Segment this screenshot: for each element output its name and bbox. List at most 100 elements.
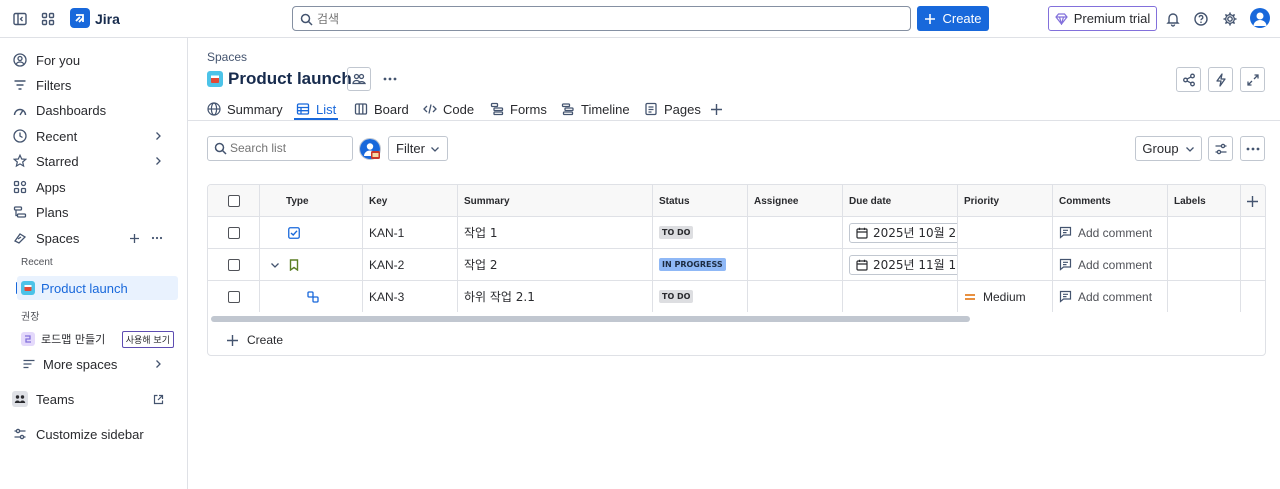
sidebar-item-starred[interactable]: Starred xyxy=(8,149,180,173)
breadcrumb[interactable]: Spaces xyxy=(207,50,247,64)
horizontal-scrollbar[interactable] xyxy=(211,316,970,322)
add-column-button[interactable] xyxy=(1241,185,1265,217)
column-header-labels[interactable]: Labels xyxy=(1168,185,1241,217)
add-comment-link[interactable]: Add comment xyxy=(1078,290,1152,304)
table-row[interactable]: KAN-2 작업 2 IN PROGRESS 2025년 11월 1일 Add … xyxy=(208,249,1265,281)
priority-cell[interactable] xyxy=(958,249,1053,280)
row-checkbox[interactable] xyxy=(227,290,240,303)
automation-lightning-icon[interactable] xyxy=(1208,67,1233,92)
sidebar-item-product-launch[interactable]: Product launch xyxy=(17,276,178,300)
select-all-checkbox[interactable] xyxy=(227,195,240,207)
tab-list[interactable]: List xyxy=(296,98,336,120)
status-cell[interactable]: IN PROGRESS xyxy=(653,249,748,280)
due-date-chip[interactable]: 2025년 10월 27일 xyxy=(849,222,957,243)
more-options-icon[interactable] xyxy=(150,232,164,244)
tab-forms[interactable]: Forms xyxy=(490,98,547,120)
assignee-cell[interactable] xyxy=(748,249,843,280)
column-header-assignee[interactable]: Assignee xyxy=(748,185,843,217)
jira-logo-icon[interactable] xyxy=(70,8,90,28)
sidebar-item-teams[interactable]: Teams xyxy=(8,387,180,411)
row-checkbox[interactable] xyxy=(227,226,240,239)
comments-cell[interactable]: Add comment xyxy=(1053,281,1168,312)
sidebar-item-plans[interactable]: Plans xyxy=(8,200,180,224)
tab-board[interactable]: Board xyxy=(354,98,409,120)
add-comment-link[interactable]: Add comment xyxy=(1078,226,1152,240)
due-date-cell[interactable]: 2025년 10월 27일 xyxy=(843,217,958,248)
try-badge[interactable]: 사용해 보기 xyxy=(121,331,174,348)
issue-key[interactable]: KAN-2 xyxy=(363,249,458,280)
row-checkbox[interactable] xyxy=(227,258,240,271)
user-avatar-icon[interactable] xyxy=(1250,8,1270,28)
sidebar-toggle-icon[interactable] xyxy=(10,9,30,29)
labels-cell[interactable] xyxy=(1168,217,1241,248)
add-space-icon[interactable] xyxy=(128,232,140,244)
due-date-chip[interactable]: 2025년 11월 1일 xyxy=(849,254,957,275)
status-badge[interactable]: IN PROGRESS xyxy=(659,258,726,271)
table-row[interactable]: KAN-1 작업 1 TO DO 2025년 10월 27일 Add comme… xyxy=(208,217,1265,249)
expand-icon[interactable] xyxy=(1240,67,1265,92)
sidebar-item-more-spaces[interactable]: More spaces xyxy=(17,352,180,376)
issue-key[interactable]: KAN-1 xyxy=(363,217,458,248)
create-issue-row[interactable]: Create xyxy=(226,333,283,347)
notifications-bell-icon[interactable] xyxy=(1163,9,1183,29)
group-button[interactable]: Group xyxy=(1135,136,1202,161)
priority-cell[interactable]: Medium xyxy=(958,281,1053,312)
add-comment-link[interactable]: Add comment xyxy=(1078,258,1152,272)
people-icon[interactable] xyxy=(347,67,371,91)
column-header-due-date[interactable]: Due date xyxy=(843,185,958,217)
comments-cell[interactable]: Add comment xyxy=(1053,249,1168,280)
tab-summary[interactable]: Summary xyxy=(207,98,283,120)
sidebar-item-spaces[interactable]: Spaces xyxy=(8,226,180,250)
sidebar-item-roadmap[interactable]: 로드맵 만들기 사용해 보기 xyxy=(17,327,178,351)
sidebar-item-for-you[interactable]: For you xyxy=(8,48,180,72)
app-name[interactable]: Jira xyxy=(95,11,120,27)
sidebar-item-filters[interactable]: Filters xyxy=(8,73,180,97)
premium-trial-button[interactable]: Premium trial xyxy=(1048,6,1157,31)
global-search[interactable] xyxy=(292,6,911,31)
priority-cell[interactable] xyxy=(958,217,1053,248)
help-icon[interactable] xyxy=(1191,9,1211,29)
assignee-cell[interactable] xyxy=(748,281,843,312)
issue-summary[interactable]: 작업 1 xyxy=(458,217,653,248)
status-badge[interactable]: TO DO xyxy=(659,226,694,239)
search-list-input[interactable] xyxy=(230,141,348,155)
sidebar-item-dashboards[interactable]: Dashboards xyxy=(8,98,180,122)
filter-button[interactable]: Filter xyxy=(388,136,448,161)
labels-cell[interactable] xyxy=(1168,249,1241,280)
issue-summary[interactable]: 작업 2 xyxy=(458,249,653,280)
column-header-summary[interactable]: Summary xyxy=(458,185,653,217)
search-list[interactable] xyxy=(207,136,353,161)
chevron-down-icon[interactable] xyxy=(270,260,280,270)
assignee-filter-avatar-icon[interactable] xyxy=(359,138,381,160)
column-header-status[interactable]: Status xyxy=(653,185,748,217)
tab-timeline[interactable]: Timeline xyxy=(561,98,630,120)
status-cell[interactable]: TO DO xyxy=(653,217,748,248)
column-header-comments[interactable]: Comments xyxy=(1053,185,1168,217)
due-date-cell[interactable]: 2025년 11월 1일 xyxy=(843,249,958,280)
column-header-type[interactable]: Type xyxy=(260,185,363,217)
tab-pages[interactable]: Pages xyxy=(644,98,701,120)
status-badge[interactable]: TO DO xyxy=(659,290,694,303)
sidebar-item-apps[interactable]: Apps xyxy=(8,175,180,199)
share-icon[interactable] xyxy=(1176,67,1201,92)
column-header-key[interactable]: Key xyxy=(363,185,458,217)
app-switcher-icon[interactable] xyxy=(38,9,58,29)
create-button[interactable]: Create xyxy=(917,6,989,31)
issue-key[interactable]: KAN-3 xyxy=(363,281,458,312)
more-options-icon[interactable] xyxy=(1240,136,1265,161)
table-row[interactable]: KAN-3 하위 작업 2.1 TO DO Medium Add comment xyxy=(208,281,1265,313)
sidebar-item-customize[interactable]: Customize sidebar xyxy=(8,422,180,446)
column-header-priority[interactable]: Priority xyxy=(958,185,1053,217)
comments-cell[interactable]: Add comment xyxy=(1053,217,1168,248)
view-settings-sliders-icon[interactable] xyxy=(1208,136,1233,161)
add-tab-button[interactable] xyxy=(709,98,723,120)
assignee-cell[interactable] xyxy=(748,217,843,248)
issue-summary[interactable]: 하위 작업 2.1 xyxy=(458,281,653,312)
global-search-input[interactable] xyxy=(317,10,897,27)
due-date-cell[interactable] xyxy=(843,281,958,312)
more-options-icon[interactable] xyxy=(379,67,401,91)
labels-cell[interactable] xyxy=(1168,281,1241,312)
status-cell[interactable]: TO DO xyxy=(653,281,748,312)
tab-code[interactable]: Code xyxy=(423,98,474,120)
settings-gear-icon[interactable] xyxy=(1220,9,1240,29)
